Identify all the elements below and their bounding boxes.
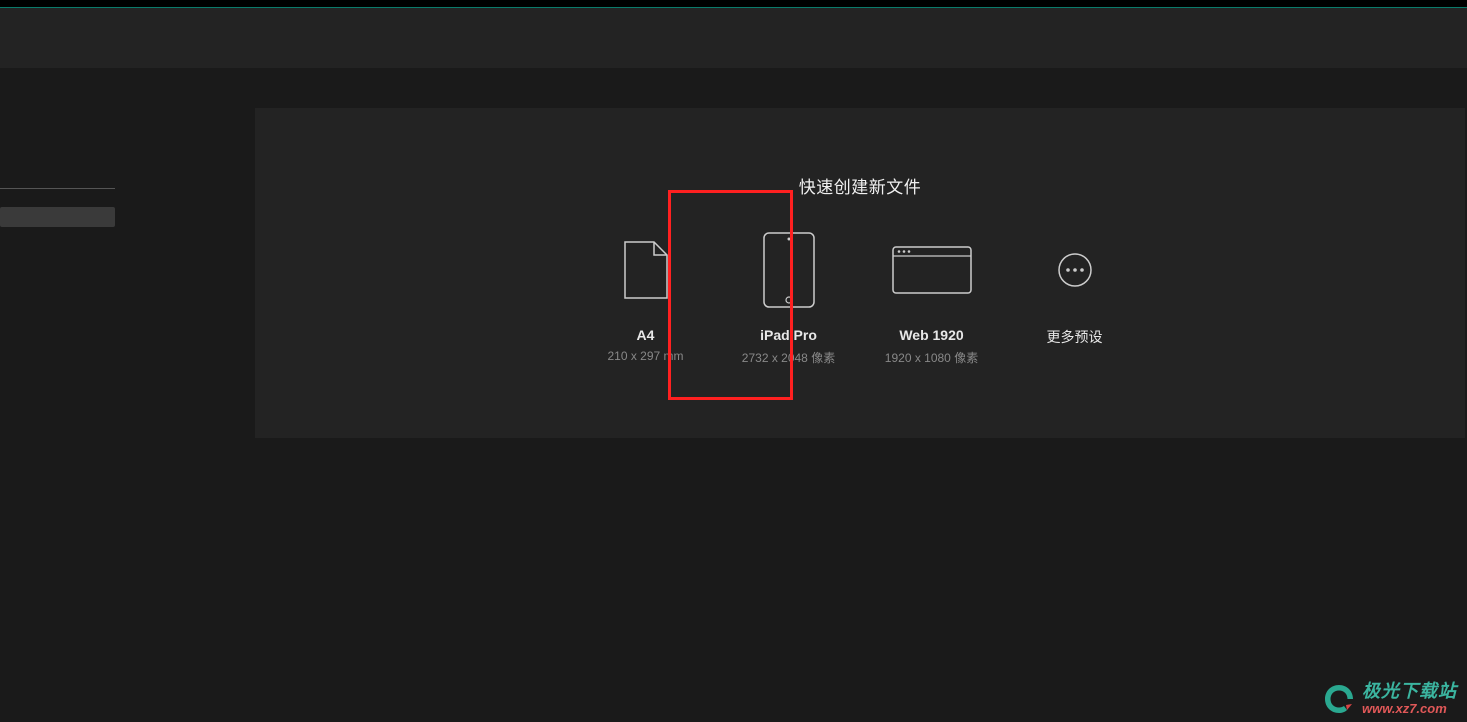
preset-title: iPad Pro bbox=[760, 327, 817, 343]
preset-title: A4 bbox=[637, 327, 655, 343]
preset-ipad-pro[interactable]: iPad Pro 2732 x 2048 像素 bbox=[731, 231, 846, 366]
quick-create-panel: 快速创建新文件 A4 210 x 297 mm bbox=[255, 108, 1465, 438]
preset-subtitle: 2732 x 2048 像素 bbox=[742, 349, 835, 366]
workspace: 快速创建新文件 A4 210 x 297 mm bbox=[0, 68, 1467, 722]
app-toolbar bbox=[0, 8, 1467, 68]
browser-icon bbox=[892, 231, 972, 309]
panel-title: 快速创建新文件 bbox=[799, 173, 922, 198]
presets-row: A4 210 x 297 mm iPad Pro bbox=[315, 231, 1405, 366]
watermark-logo-icon bbox=[1322, 682, 1356, 716]
watermark-title: 极光下载站 bbox=[1362, 682, 1457, 702]
watermark-url: www.xz7.com bbox=[1362, 702, 1457, 716]
left-sidebar bbox=[0, 68, 115, 722]
preset-web-1920[interactable]: Web 1920 1920 x 1080 像素 bbox=[874, 231, 989, 366]
more-presets-button[interactable]: 更多预设 bbox=[1017, 231, 1132, 366]
preset-subtitle: 210 x 297 mm bbox=[607, 349, 683, 363]
window-title-bar bbox=[0, 0, 1467, 8]
ipad-icon bbox=[763, 231, 815, 309]
document-icon bbox=[624, 231, 668, 309]
watermark: 极光下载站 www.xz7.com bbox=[1322, 682, 1457, 716]
sidebar-divider bbox=[0, 188, 115, 189]
sidebar-item-selected[interactable] bbox=[0, 207, 115, 227]
more-icon bbox=[1057, 231, 1093, 309]
preset-subtitle: 1920 x 1080 像素 bbox=[885, 349, 978, 366]
preset-a4[interactable]: A4 210 x 297 mm bbox=[588, 231, 703, 366]
more-presets-label: 更多预设 bbox=[1047, 327, 1103, 347]
preset-title: Web 1920 bbox=[899, 327, 963, 343]
main-area: 快速创建新文件 A4 210 x 297 mm bbox=[115, 68, 1467, 722]
